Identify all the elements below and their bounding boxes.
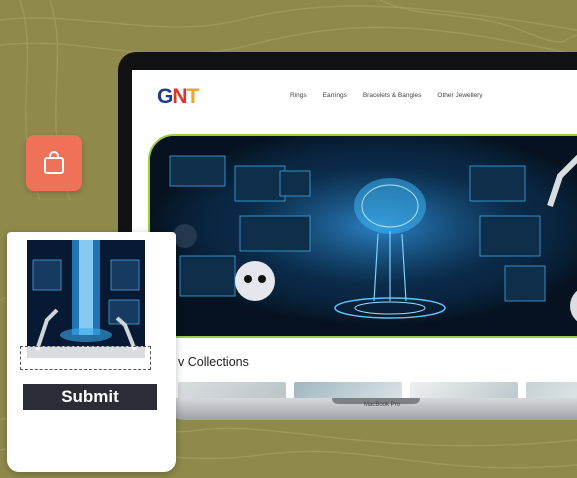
shopping-bag-icon (44, 151, 64, 174)
nav-link-earrings[interactable]: Earrings (323, 92, 347, 99)
site-navbar: GNT Rings Earrings Bracelets & Bangles O… (132, 70, 577, 124)
nav-links: Rings Earrings Bracelets & Bangles Other… (290, 92, 499, 99)
nav-link-rings[interactable]: Rings (290, 92, 307, 99)
nav-link-other-jewellery[interactable]: Other Jewellery (437, 92, 482, 99)
logo-letter-n: N (172, 85, 187, 108)
nav-link-bracelets-bangles[interactable]: Bracelets & Bangles (363, 92, 422, 99)
upload-card: Submit (7, 232, 176, 472)
hero-banner-image (148, 134, 577, 338)
laptop-mockup: GNT Rings Earrings Bracelets & Bangles O… (118, 52, 577, 402)
logo-letter-g: G (157, 85, 173, 108)
card-preview-image (27, 240, 145, 358)
ai-brain-illustration (150, 136, 577, 336)
file-input-field[interactable] (20, 346, 151, 370)
submit-button[interactable]: Submit (23, 384, 157, 410)
shopping-bag-button[interactable] (26, 135, 82, 191)
laptop-screen: GNT Rings Earrings Bracelets & Bangles O… (132, 70, 577, 402)
logo-letter-t: T (186, 85, 200, 108)
brand-logo[interactable]: GNT (157, 85, 200, 109)
laptop-model-label: MacBook Pro (364, 402, 401, 408)
collections-heading: v Collections (178, 355, 249, 369)
